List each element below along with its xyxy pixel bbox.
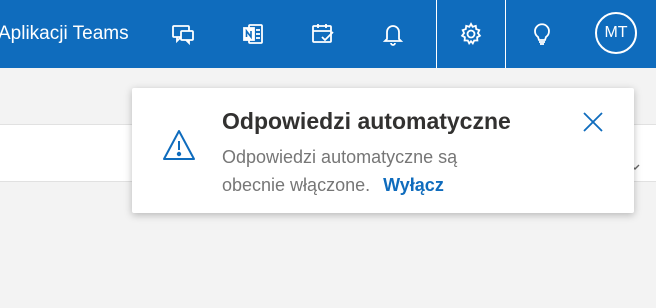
close-button[interactable] — [577, 108, 609, 140]
gear-icon — [457, 20, 485, 48]
chat-button[interactable] — [148, 0, 218, 68]
warning-icon — [162, 128, 196, 167]
avatar-initials: MT — [604, 24, 628, 41]
auto-reply-notification: Odpowiedzi automatyczne Odpowiedzi autom… — [132, 88, 634, 213]
tips-button[interactable] — [507, 0, 577, 68]
lightbulb-icon — [528, 20, 556, 48]
turn-off-link[interactable]: Wyłącz — [383, 175, 444, 195]
notification-title: Odpowiedzi automatyczne — [222, 108, 511, 134]
teams-app-link[interactable]: Aplikacji Teams — [0, 0, 140, 68]
avatar[interactable]: MT — [595, 12, 637, 54]
settings-button[interactable] — [436, 0, 506, 68]
teams-app-link-label: Aplikacji Teams — [0, 23, 129, 44]
onenote-icon — [239, 20, 267, 48]
chat-icon — [169, 20, 197, 48]
calendar-button[interactable] — [288, 0, 358, 68]
notifications-button[interactable] — [358, 0, 428, 68]
top-bar: Aplikacji Teams MT — [0, 0, 656, 68]
close-icon — [582, 111, 604, 138]
onenote-button[interactable] — [218, 0, 288, 68]
bell-icon — [379, 20, 407, 48]
calendar-check-icon — [309, 20, 337, 48]
notification-message-wrap: Odpowiedzi automatyczne są obecnie włącz… — [222, 143, 512, 199]
